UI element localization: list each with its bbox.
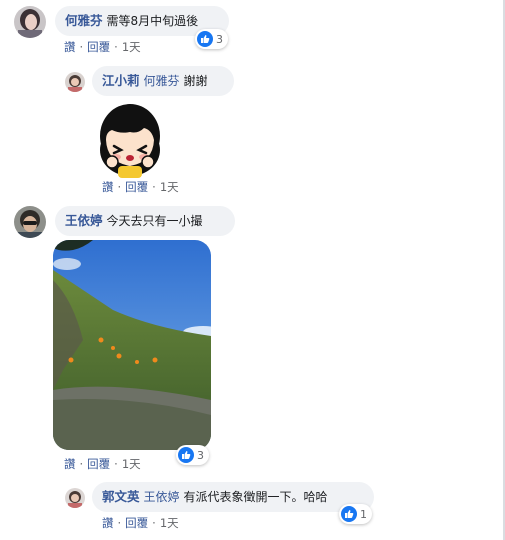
reply-button[interactable]: 回覆 — [87, 40, 110, 54]
separator: · — [152, 180, 156, 194]
avatar[interactable] — [65, 488, 85, 508]
separator: · — [114, 457, 118, 471]
cartoon-girl-sticker[interactable] — [94, 100, 166, 178]
avatar[interactable] — [65, 72, 85, 92]
reply-button[interactable]: 回覆 — [125, 516, 148, 530]
comment-time[interactable]: 1天 — [160, 516, 179, 530]
reaction-summary[interactable]: 3 — [195, 29, 228, 49]
reaction-summary[interactable]: 3 — [176, 445, 209, 465]
comment-actions: 讚 · 回覆 · 1天 — [64, 39, 141, 55]
comment-actions: 讚 · 回覆 · 1天 — [102, 515, 179, 531]
reaction-count: 3 — [197, 448, 204, 462]
comment-time[interactable]: 1天 — [122, 40, 141, 54]
comment-bubble: 王依婷 今天去只有一小撮 — [55, 206, 235, 236]
like-icon — [178, 447, 194, 463]
comment-bubble: 江小莉 何雅芬 謝謝 — [92, 66, 234, 96]
hillside-flowers-photo[interactable] — [53, 240, 211, 450]
like-button[interactable]: 讚 — [64, 457, 76, 471]
separator: · — [152, 516, 156, 530]
comment-time[interactable]: 1天 — [160, 180, 179, 194]
like-button[interactable]: 讚 — [102, 516, 114, 530]
comment-text: 有派代表象徵開一下。哈哈 — [183, 490, 328, 504]
separator: · — [79, 40, 84, 54]
reply-button[interactable]: 回覆 — [87, 457, 110, 471]
reaction-summary[interactable]: 1 — [339, 504, 372, 524]
separator: · — [117, 180, 122, 194]
like-icon — [341, 506, 357, 522]
comment-bubble: 郭文英 王依婷 有派代表象徵開一下。哈哈 — [92, 482, 374, 512]
like-button[interactable]: 讚 — [64, 40, 76, 54]
avatar[interactable] — [14, 206, 46, 238]
comment-text: 今天去只有一小撮 — [106, 214, 203, 228]
comment-author[interactable]: 郭文英 — [102, 489, 140, 504]
comment-mention[interactable]: 王依婷 — [144, 490, 180, 504]
separator: · — [117, 516, 122, 530]
comment-author[interactable]: 江小莉 — [102, 73, 140, 88]
comment-text: 謝謝 — [183, 74, 208, 88]
avatar[interactable] — [14, 6, 46, 38]
like-button[interactable]: 讚 — [102, 180, 114, 194]
comment-text: 需等8月中旬過後 — [106, 14, 199, 28]
reaction-count: 1 — [360, 507, 367, 521]
separator: · — [114, 40, 118, 54]
reply-button[interactable]: 回覆 — [125, 180, 148, 194]
like-icon — [197, 31, 213, 47]
comment-author[interactable]: 何雅芬 — [65, 13, 103, 28]
comment-actions: 讚 · 回覆 · 1天 — [102, 179, 179, 195]
comment-time[interactable]: 1天 — [122, 457, 141, 471]
comment-author[interactable]: 王依婷 — [65, 213, 103, 228]
comment-mention[interactable]: 何雅芬 — [144, 74, 180, 88]
separator: · — [79, 457, 84, 471]
reaction-count: 3 — [216, 32, 223, 46]
comment-actions: 讚 · 回覆 · 1天 — [64, 456, 141, 472]
